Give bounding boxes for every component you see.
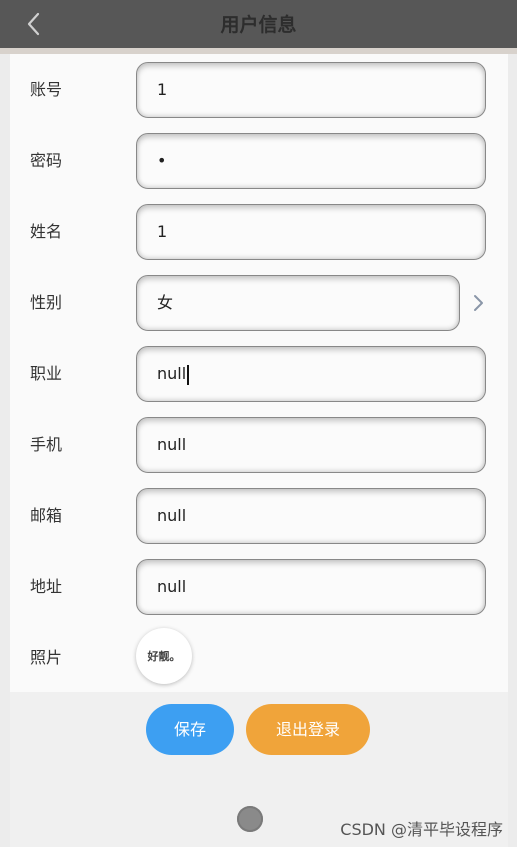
phone-input[interactable]: null [136,417,486,473]
gender-row: 性别 女 [10,273,508,333]
frame-right [508,54,517,847]
phone-label: 手机 [30,435,63,454]
job-input[interactable]: null [136,346,486,402]
name-label: 姓名 [30,222,63,241]
watermark: CSDN @清平毕设程序 [340,820,503,839]
chevron-right-icon[interactable] [471,293,485,313]
logout-button[interactable]: 退出登录 [246,704,370,755]
password-input[interactable]: • [136,133,486,189]
text-cursor [187,364,190,385]
address-label: 地址 [30,577,63,596]
account-row: 账号 1 [10,60,508,120]
account-input[interactable]: 1 [136,62,486,118]
email-input[interactable]: null [136,488,486,544]
photo-row: 照片 好靓。 [10,628,508,688]
password-row: 密码 • [10,131,508,191]
home-indicator[interactable] [237,806,263,832]
address-input[interactable]: null [136,559,486,615]
address-row: 地址 null [10,557,508,617]
photo-label: 照片 [30,648,63,667]
gender-label: 性别 [30,293,63,312]
job-value: null [157,364,187,383]
gender-select[interactable]: 女 [136,275,460,331]
page-title: 用户信息 [220,14,297,36]
phone-row: 手机 null [10,415,508,475]
name-input[interactable]: 1 [136,204,486,260]
job-label: 职业 [30,364,63,383]
photo-avatar[interactable]: 好靓。 [136,628,192,684]
password-label: 密码 [30,151,63,170]
save-button[interactable]: 保存 [146,704,234,755]
user-info-form: 账号 1 密码 • 姓名 1 性别 女 职业 null 手机 null 邮箱 n… [10,54,508,692]
job-row: 职业 null [10,344,508,404]
avatar-image-text: 好靓。 [147,650,181,663]
email-row: 邮箱 null [10,486,508,546]
account-label: 账号 [30,80,63,99]
frame-left [0,54,10,847]
email-label: 邮箱 [30,506,63,525]
name-row: 姓名 1 [10,202,508,262]
